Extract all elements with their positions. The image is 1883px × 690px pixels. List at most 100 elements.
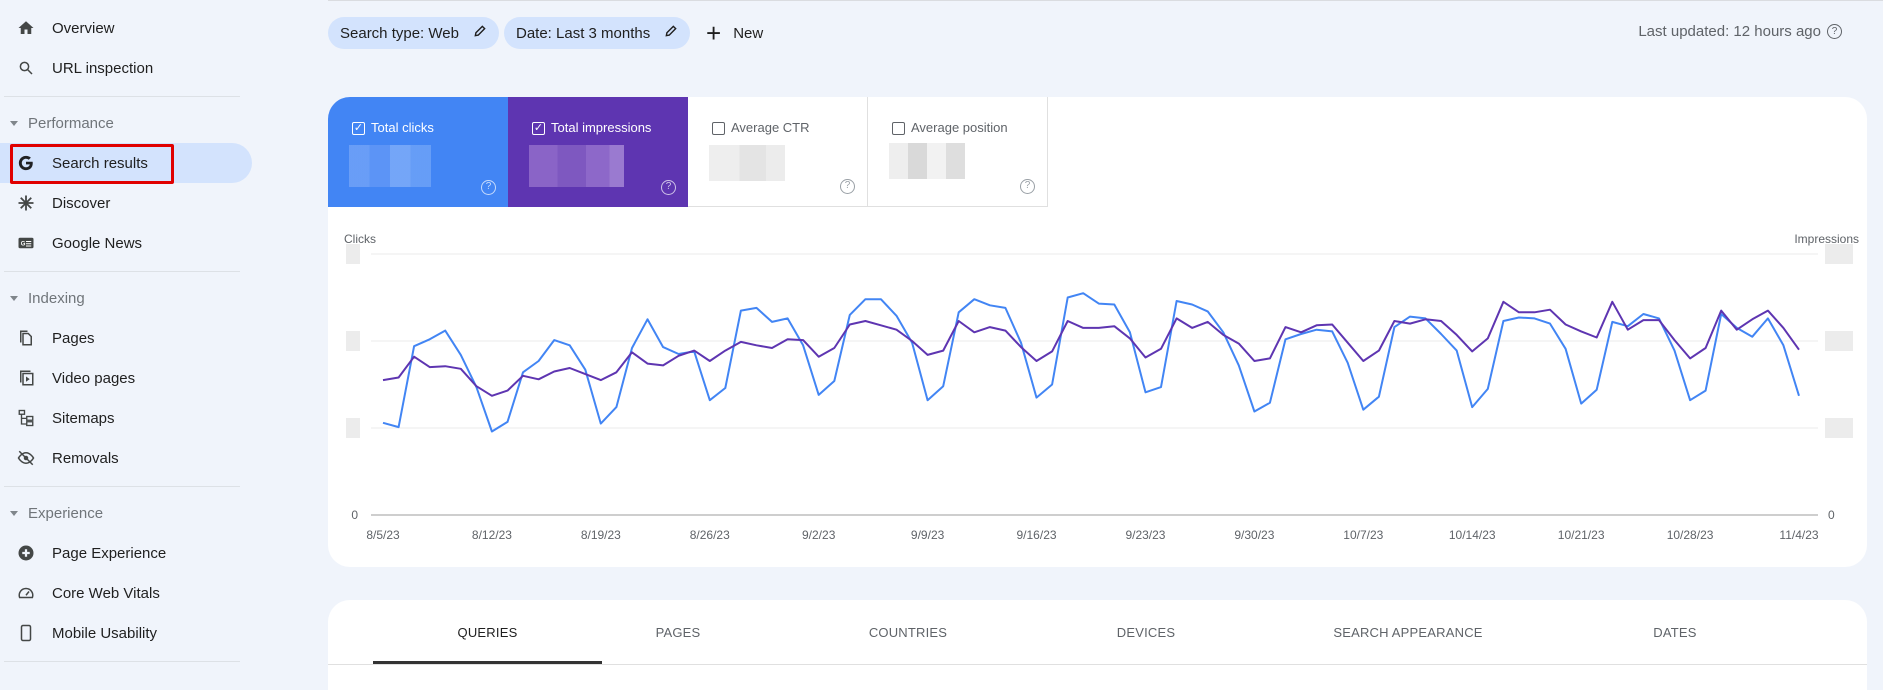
- divider: [4, 486, 240, 487]
- sidebar-item-label: URL inspection: [52, 59, 154, 77]
- x-tick-label: 10/7/23: [1343, 528, 1383, 542]
- pencil-icon: [473, 24, 487, 42]
- new-label: New: [733, 24, 764, 42]
- date-filter-chip[interactable]: Date: Last 3 months: [504, 17, 691, 49]
- google-g-icon: [16, 153, 36, 173]
- x-tick-label: 10/14/23: [1449, 528, 1496, 542]
- chip-label: Search type: Web: [340, 24, 459, 42]
- y-tick-left-redacted: [346, 244, 360, 264]
- tab-label: DATES: [1653, 624, 1697, 640]
- tab-label: QUERIES: [457, 624, 518, 640]
- x-tick-label: 9/16/23: [1017, 528, 1057, 542]
- tab-label: PAGES: [655, 624, 701, 640]
- y-tick-left: 0: [351, 508, 358, 522]
- sidebar-item-label: Sitemaps: [52, 409, 115, 427]
- tab-countries[interactable]: COUNTRIES: [808, 600, 1008, 664]
- sidebar-item-search-results[interactable]: Search results: [0, 143, 252, 184]
- tab-dates[interactable]: DATES: [1575, 600, 1775, 664]
- sidebar-item-label: Google News: [52, 234, 143, 252]
- plus-icon: +: [706, 18, 722, 48]
- y-tick-left-redacted: [346, 418, 360, 438]
- tab-devices[interactable]: DEVICES: [1046, 600, 1246, 664]
- sidebar-item-label: Mobile Usability: [52, 624, 158, 642]
- sidebar-item-pages[interactable]: Pages: [0, 318, 252, 358]
- series-line-impressions: [382, 300, 1800, 397]
- tab-queries[interactable]: QUERIES: [373, 600, 602, 664]
- tabs-divider: [328, 664, 1867, 665]
- y-tick-left-redacted: [346, 331, 360, 351]
- x-tick-label: 9/30/23: [1234, 528, 1274, 542]
- section-title: Experience: [28, 504, 104, 522]
- divider: [4, 271, 240, 272]
- asterisk-icon: [16, 193, 36, 213]
- pencil-icon: [664, 24, 678, 42]
- sidebar-item-discover[interactable]: Discover: [0, 183, 252, 223]
- tab-pages[interactable]: PAGES: [588, 600, 768, 664]
- dimension-tabs-card: QUERIES PAGES COUNTRIES DEVICES SEARCH A…: [328, 600, 1867, 690]
- sidebar-item-label: Video pages: [52, 369, 136, 387]
- caret-down-icon: [10, 510, 18, 516]
- tab-search-appearance[interactable]: SEARCH APPEARANCE: [1278, 600, 1538, 664]
- gauge-icon: [16, 583, 36, 603]
- x-tick-label: 9/2/23: [802, 528, 836, 542]
- sidebar-item-core-web-vitals[interactable]: Core Web Vitals: [0, 573, 252, 613]
- svg-text:G: G: [21, 242, 26, 248]
- section-title: Performance: [28, 114, 114, 132]
- last-updated: Last updated: 12 hours ago ?: [1638, 23, 1842, 40]
- sidebar-item-mobile-usability[interactable]: Mobile Usability: [0, 613, 252, 653]
- eye-off-icon: [16, 448, 36, 468]
- search-type-filter-chip[interactable]: Search type: Web: [328, 17, 499, 49]
- sidebar-item-label: Page Experience: [52, 544, 167, 562]
- sidebar-item-label: Overview: [52, 19, 115, 37]
- plus-circle-icon: [16, 543, 36, 563]
- y-tick-right-redacted: [1825, 244, 1853, 264]
- sidebar-item-label: Search results: [52, 154, 148, 172]
- line-chart[interactable]: 0 0 8/5/23 8/12/23 8/19/23 8/26/23 9/2/23 9/9/2…: [328, 97, 1867, 567]
- header-divider: [328, 0, 1883, 1]
- last-updated-text: Last updated: 12 hours ago: [1638, 23, 1821, 40]
- y-tick-right: 0: [1828, 508, 1835, 522]
- sidebar-item-overview[interactable]: Overview: [0, 8, 252, 48]
- caret-down-icon: [10, 120, 18, 126]
- x-tick-label: 8/26/23: [690, 528, 730, 542]
- y-tick-right-redacted: [1825, 331, 1853, 351]
- sidebar: Overview URL inspection Performance Sear…: [0, 0, 252, 679]
- video-pages-icon: [16, 368, 36, 388]
- sidebar-item-sitemaps[interactable]: Sitemaps: [0, 398, 252, 438]
- home-icon: [16, 18, 36, 38]
- x-tick-label: 11/4/23: [1779, 528, 1818, 542]
- section-title: Indexing: [28, 289, 85, 307]
- sidebar-item-url-inspection[interactable]: URL inspection: [0, 48, 252, 88]
- sidebar-item-removals[interactable]: Removals: [0, 438, 252, 478]
- chip-label: Date: Last 3 months: [516, 24, 651, 42]
- x-tick-label: 10/28/23: [1667, 528, 1714, 542]
- performance-chart-card: ✓ Total clicks ? ✓ Total impressions ? A…: [328, 97, 1867, 567]
- divider: [4, 661, 240, 662]
- tab-label: SEARCH APPEARANCE: [1333, 624, 1483, 640]
- x-tick-label: 9/23/23: [1125, 528, 1165, 542]
- phone-icon: [16, 623, 36, 643]
- new-filter-button[interactable]: + New: [706, 17, 763, 49]
- sitemap-icon: [16, 408, 36, 428]
- caret-down-icon: [10, 295, 18, 301]
- search-icon: [16, 58, 36, 78]
- pages-icon: [16, 328, 36, 348]
- sidebar-item-label: Core Web Vitals: [52, 584, 160, 602]
- divider: [4, 96, 240, 97]
- help-icon[interactable]: ?: [1827, 24, 1842, 39]
- sidebar-item-label: Pages: [52, 329, 95, 347]
- y-tick-right-redacted: [1825, 418, 1853, 438]
- x-tick-label: 10/21/23: [1558, 528, 1605, 542]
- sidebar-item-video-pages[interactable]: Video pages: [0, 358, 252, 398]
- x-tick-label: 8/19/23: [581, 528, 621, 542]
- tab-label: COUNTRIES: [868, 624, 948, 640]
- tab-label: DEVICES: [1116, 624, 1176, 640]
- sidebar-item-page-experience[interactable]: Page Experience: [0, 533, 252, 573]
- x-tick-label: 9/9/23: [911, 528, 945, 542]
- x-tick-label: 8/5/23: [366, 528, 400, 542]
- sidebar-item-label: Discover: [52, 194, 111, 212]
- x-tick-label: 8/12/23: [472, 528, 512, 542]
- google-news-icon: G: [16, 233, 36, 253]
- sidebar-item-google-news[interactable]: G Google News: [0, 223, 252, 263]
- sidebar-item-label: Removals: [52, 449, 119, 467]
